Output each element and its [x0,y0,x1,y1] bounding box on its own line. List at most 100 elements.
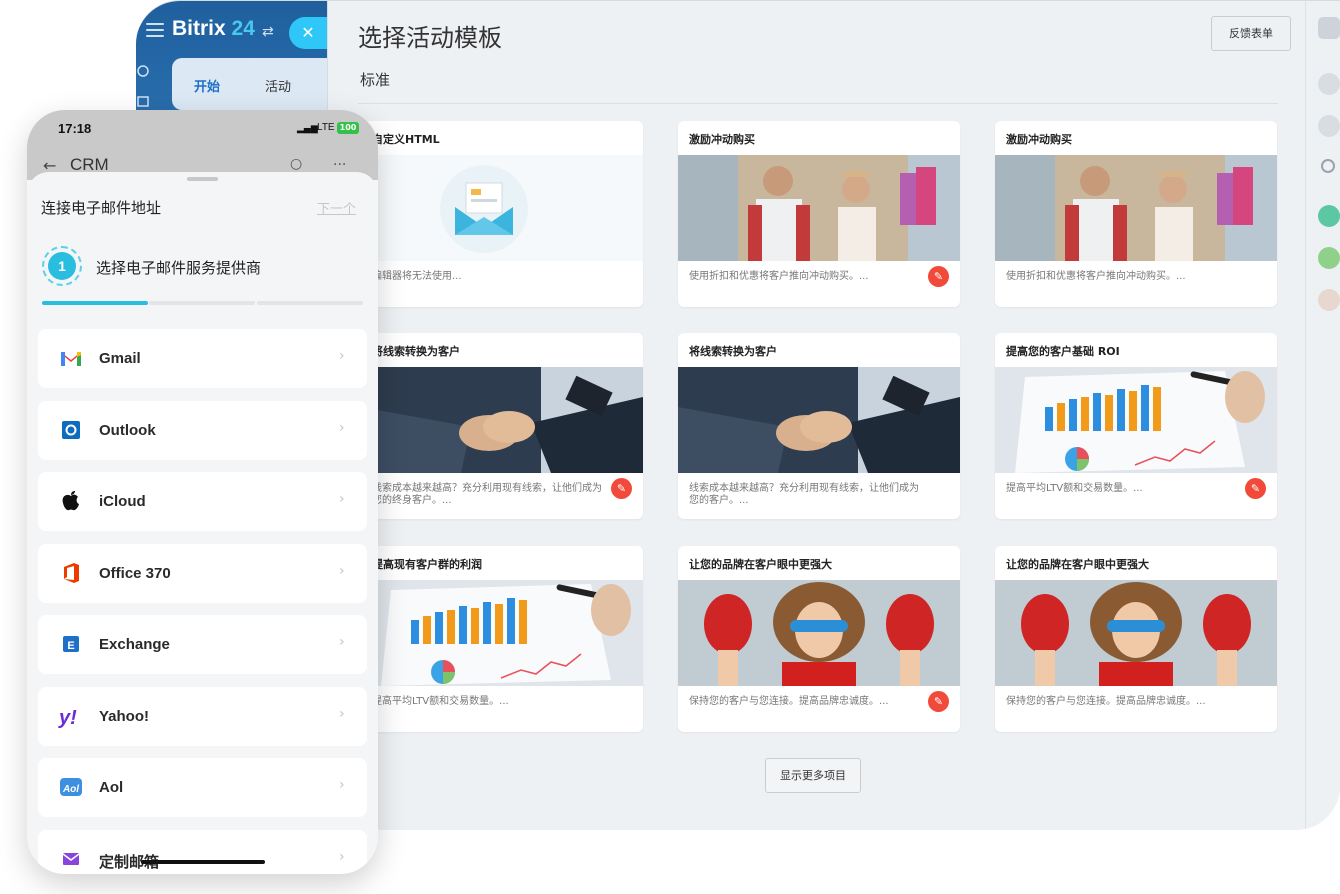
clock: 17:18 [58,121,92,136]
progress-segment-3 [257,301,363,305]
card-title: 将线索转换为客户 [689,345,777,358]
provider-name: Outlook [99,421,156,439]
progress-segment-2 [149,301,255,305]
card-image [678,155,960,261]
search-icon[interactable] [1321,159,1335,173]
bell-icon[interactable] [1318,73,1340,95]
card-image [995,580,1277,686]
bottom-sheet: 连接电子邮件地址 下一个 1 选择电子邮件服务提供商 Gmail › Outlook… [27,172,378,874]
swap-icon[interactable]: ⇄ [262,24,274,40]
provider-outlook[interactable]: Outlook › [38,400,367,460]
office-icon [58,560,84,586]
step-progress [42,301,363,305]
chevron-right-icon: › [339,705,345,722]
chevron-right-icon: › [339,848,345,865]
svg-text:E: E [67,640,74,652]
provider-custom-mailbox[interactable]: 定制邮箱 › [38,829,367,874]
apple-icon [58,488,84,514]
home-indicator [141,860,265,864]
feedback-button[interactable]: 反馈表单 [1211,16,1291,51]
brush-icon[interactable]: ✎ [928,691,949,712]
chevron-right-icon: › [339,348,345,364]
search-icon[interactable]: ○ [290,156,302,172]
provider-name: Yahoo! [99,707,150,725]
card-description: 提高平均LTV额和交易数量。... [1006,483,1143,494]
provider-gmail[interactable]: Gmail › [38,329,367,388]
card-title: 激励冲动购买 [689,133,755,146]
card-title: 提高现有客户群的利润 [372,558,482,571]
gmail-icon [58,345,84,371]
step-number: 1 [48,252,76,280]
card-title: 让您的品牌在客户眼中更强大 [689,558,832,571]
tab-start[interactable]: 开始 [194,76,221,113]
chevron-right-icon: › [339,562,345,579]
close-slider-button[interactable]: ✕ [289,17,327,49]
tab-bar: 开始 活动 [172,58,327,113]
provider-name: Office 370 [99,564,171,582]
template-card[interactable]: 激励冲动购买使用折扣和优惠将客户推向冲动购买。... ✎ [678,121,960,307]
card-image [361,367,643,473]
chevron-right-icon: › [339,419,345,436]
chevron-right-icon: › [339,491,345,507]
step-label: 选择电子邮件服务提供商 [96,259,262,277]
bitrix-header: Bitrix 24 ⇄ ✕ 开始 活动 [136,1,327,121]
chat-icon[interactable] [1318,115,1340,137]
card-description: 线索成本越来越高？充分利用现有线索，让他们成为您的客户。... [689,483,919,506]
template-card[interactable]: 提高您的客户基础 ROI 提高平均LTV额和交易数量。... ✎ [995,333,1277,519]
provider-name: Aol [99,779,124,796]
card-description: 使用折扣和优惠将客户推向冲动购买。... [689,271,869,282]
menu-icon[interactable] [146,23,164,37]
provider-office-370[interactable]: Office 370 › [38,543,367,603]
provider-exchange[interactable]: E Exchange › [38,615,367,674]
template-card[interactable]: 激励冲动购买使用折扣和优惠将客户推向冲动购买。... [995,121,1277,307]
template-card[interactable]: 将线索转换为客户线索成本越来越高？充分利用现有线索，让他们成为您的客户。... [678,333,960,519]
card-title: 自定义HTML [372,133,440,146]
contacts-icon[interactable] [1318,205,1340,227]
template-card[interactable]: 提高现有客户群的利润 提高平均LTV额和交易数量。... [361,546,643,732]
template-card[interactable]: 自定义HTML 编辑器将无法使用... [361,121,643,307]
logo-number: 24 [231,17,255,40]
phone-mockup: 17:18 ▂▄▆ LTE 100 ← CRM ○ ··· 连接电子邮件地址 下… [27,110,378,874]
provider-yahoo[interactable]: y! Yahoo! › [38,686,367,746]
card-description: 使用折扣和优惠将客户推向冲动购买。... [1006,271,1186,282]
show-more-button[interactable]: 显示更多项目 [765,758,861,793]
tasks-icon[interactable] [1318,247,1340,269]
template-card[interactable]: 让您的品牌在客户眼中更强大 保持您的客户与您连接。提高品牌忠诚度。... ✎ [678,546,960,732]
card-title: 激励冲动购买 [1006,133,1072,146]
svg-text:y!: y! [58,707,77,729]
sidebar-icons [137,65,149,107]
more-icon[interactable]: ··· [333,157,346,173]
feed-icon[interactable] [137,96,149,107]
tab-activity[interactable]: 活动 [265,76,291,95]
brush-icon[interactable]: ✎ [1245,478,1266,499]
brush-icon[interactable]: ✎ [611,478,632,499]
yahoo-icon: y! [58,703,84,729]
provider-icloud[interactable]: iCloud › [38,472,367,531]
battery-icon: 100 [337,122,359,134]
sheet-grabber[interactable] [187,177,218,181]
provider-aol[interactable]: Aol Aol › [38,758,367,817]
mail-icon [58,846,84,872]
help-icon[interactable] [1318,17,1340,39]
card-description: 编辑器将无法使用... [372,271,462,282]
close-icon: ✕ [301,23,315,42]
outlook-icon [58,417,84,443]
network-icon[interactable] [137,65,149,77]
svg-text:Aol: Aol [62,784,79,795]
page-title: 选择活动模板 [358,25,502,52]
sheet-title: 连接电子邮件地址 [41,199,162,217]
card-description: 线索成本越来越高？充分利用现有线索，让他们成为您的终身客户。... [372,483,602,506]
template-panel: 选择活动模板 反馈表单 标准 自定义HTML 编辑器将无法使用... 激励冲动购买使… [327,1,1305,830]
next-button[interactable]: 下一个 [317,198,356,217]
progress-segment-1 [42,301,148,305]
template-card[interactable]: 将线索转换为客户 线索成本越来越高？充分利用现有线索，让他们成为您的终身客户。..… [361,333,643,519]
aol-icon: Aol [58,774,84,800]
avatar[interactable] [1318,289,1340,311]
battery-level: 100 [339,123,357,132]
bitrix-logo[interactable]: Bitrix 24 [172,17,255,41]
template-card[interactable]: 让您的品牌在客户眼中更强大 保持您的客户与您连接。提高品牌忠诚度。... [995,546,1277,732]
right-rail [1305,1,1340,830]
brush-icon[interactable]: ✎ [928,266,949,287]
chevron-right-icon: › [339,777,345,793]
chevron-right-icon: › [339,634,345,650]
